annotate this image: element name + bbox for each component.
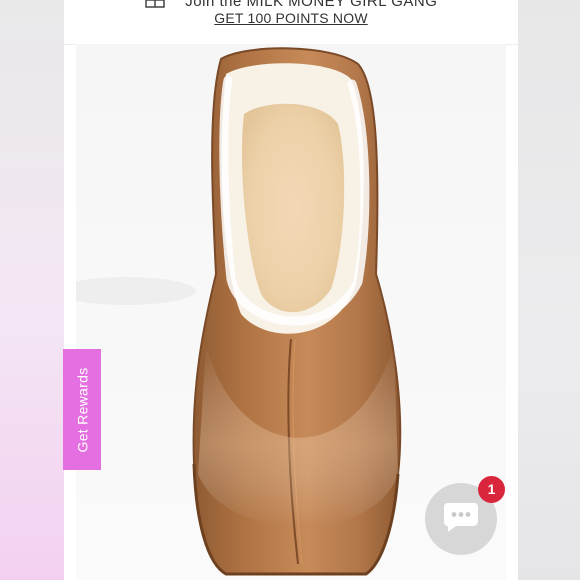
get-rewards-label: Get Rewards bbox=[74, 367, 90, 452]
screenshot-frame: Join the MILK MONEY GIRL GANG GET 100 PO… bbox=[0, 0, 580, 580]
chat-bubble-icon bbox=[442, 501, 480, 538]
get-points-link[interactable]: GET 100 POINTS NOW bbox=[64, 10, 518, 26]
promo-headline: Join the MILK MONEY GIRL GANG bbox=[185, 0, 438, 10]
promo-banner: Join the MILK MONEY GIRL GANG GET 100 PO… bbox=[64, 0, 518, 45]
get-rewards-tab[interactable]: Get Rewards bbox=[63, 349, 101, 470]
chat-notification-badge: 1 bbox=[478, 476, 505, 503]
